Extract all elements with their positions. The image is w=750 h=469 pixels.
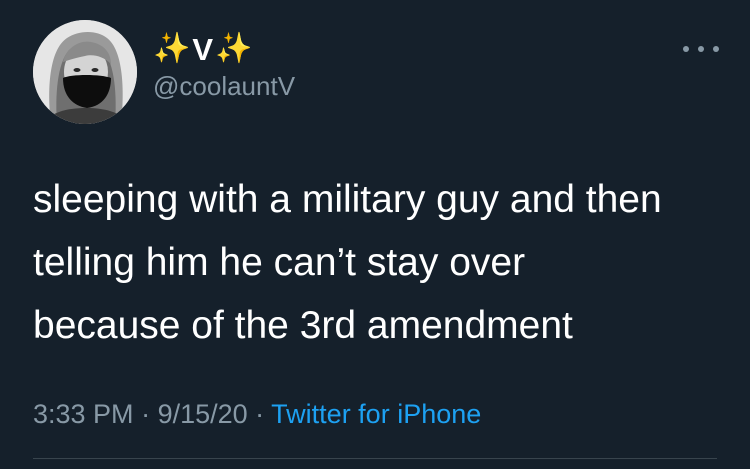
more-dot	[698, 46, 704, 52]
meta-separator: ·	[133, 399, 158, 429]
profile-photo-icon	[33, 20, 137, 124]
divider	[33, 458, 717, 459]
display-name[interactable]: ✨ V ✨	[153, 30, 295, 68]
sparkles-icon: ✨	[215, 32, 253, 65]
tweet-date[interactable]: 9/15/20	[158, 399, 248, 429]
tweet-line: telling him he can’t stay over	[33, 241, 526, 284]
user-handle[interactable]: @coolauntV	[153, 72, 295, 101]
source-link[interactable]: Twitter for iPhone	[271, 399, 481, 429]
tweet-time[interactable]: 3:33 PM	[33, 399, 134, 429]
meta-separator: ·	[247, 399, 272, 429]
display-name-text: V	[192, 31, 214, 67]
tweet-line: because of the 3rd amendment	[33, 304, 573, 347]
user-info[interactable]: ✨ V ✨ @coolauntV	[153, 30, 295, 101]
more-dot	[683, 46, 689, 52]
avatar[interactable]	[33, 20, 137, 124]
tweet-metadata: 3:33 PM · 9/15/20 · Twitter for iPhone	[33, 397, 481, 431]
tweet-text: sleeping with a military guy and then te…	[33, 168, 723, 357]
more-options-icon[interactable]	[683, 39, 719, 59]
tweet-card: ✨ V ✨ @coolauntV sleeping with a militar…	[0, 0, 750, 469]
tweet-line: sleeping with a military guy and then	[33, 178, 662, 221]
sparkles-icon: ✨	[153, 32, 191, 65]
more-dot	[713, 46, 719, 52]
